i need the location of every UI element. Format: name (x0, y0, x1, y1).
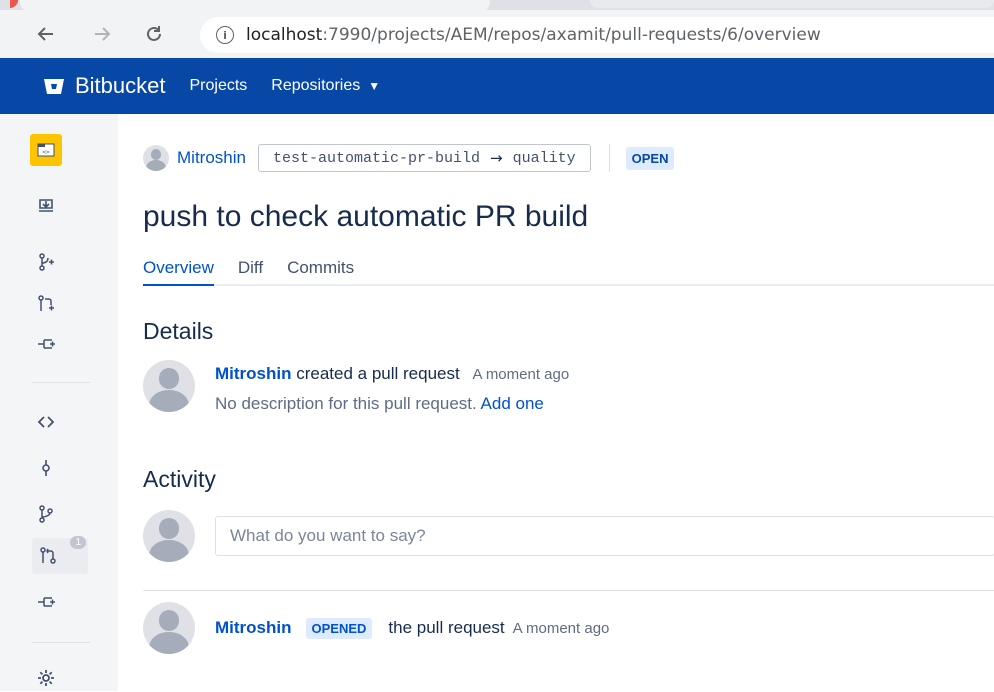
logo-text: Bitbucket (75, 73, 166, 98)
source-icon (37, 416, 55, 428)
sidebar-divider (32, 642, 90, 643)
clone-icon (39, 199, 53, 212)
status-badge: OPEN (625, 146, 675, 170)
forward-arrow-icon[interactable] (88, 20, 116, 48)
repository-icon: <> (37, 143, 55, 157)
meta-divider (608, 144, 610, 172)
details-timestamp[interactable]: A moment ago (472, 366, 569, 383)
pr-author-link[interactable]: Mitroshin (177, 148, 246, 168)
sidebar-item-repository[interactable]: <> (30, 134, 62, 166)
event-author-link[interactable]: Mitroshin (215, 618, 292, 638)
commits-icon (42, 460, 50, 476)
target-branch[interactable]: quality (513, 150, 576, 167)
avatar[interactable] (143, 145, 169, 171)
browser-tab-inactive[interactable] (590, 0, 994, 8)
description-empty-text: No description for this pull request. (215, 394, 477, 413)
avatar[interactable] (143, 602, 195, 654)
sidebar-item-create-pull-request[interactable] (32, 290, 60, 318)
nav-projects[interactable]: Projects (190, 77, 248, 95)
activity-event: Mitroshin OPENED the pull request A mome… (143, 602, 609, 654)
comment-composer: What do you want to say? (143, 510, 994, 562)
sidebar-item-create-branch[interactable] (32, 248, 60, 276)
activity-heading: Activity (143, 466, 216, 492)
sidebar-item-fork[interactable] (32, 330, 60, 358)
forks-icon (38, 597, 55, 607)
tab-diff[interactable]: Diff (238, 254, 263, 286)
browser-tab-active[interactable] (20, 0, 490, 12)
address-bar[interactable]: i localhost:7990/projects/AEM/repos/axam… (200, 17, 994, 53)
sidebar: <> 1 (0, 114, 118, 691)
sidebar-item-branches[interactable] (32, 500, 60, 528)
branches-icon (39, 505, 53, 523)
sidebar-divider (32, 382, 90, 383)
bitbucket-logo[interactable]: Bitbucket (43, 73, 166, 99)
chevron-down-icon: ▼ (368, 79, 381, 93)
sidebar-item-pull-requests[interactable]: 1 (32, 536, 88, 574)
create-branch-icon (39, 253, 54, 271)
settings-icon (38, 670, 54, 686)
tab-commits[interactable]: Commits (287, 254, 354, 286)
event-timestamp[interactable]: A moment ago (513, 620, 610, 637)
main-content: Mitroshin test-automatic-pr-build → qual… (143, 114, 994, 691)
nav-repositories[interactable]: Repositories ▼ (271, 77, 380, 95)
sidebar-item-source[interactable] (32, 408, 60, 436)
avatar[interactable] (143, 510, 195, 562)
create-pull-request-icon (38, 295, 54, 311)
details-heading: Details (143, 318, 214, 344)
pull-requests-count-badge: 1 (70, 536, 86, 549)
event-status-badge: OPENED (305, 617, 373, 639)
add-description-link[interactable]: Add one (481, 394, 544, 413)
browser-chrome: i localhost:7990/projects/AEM/repos/axam… (0, 0, 994, 58)
bitbucket-logo-icon (44, 79, 64, 94)
details-author-link[interactable]: Mitroshin (215, 364, 292, 383)
details-item: Mitroshin created a pull request A momen… (143, 360, 569, 414)
url-text: localhost:7990/projects/AEM/repos/axamit… (246, 25, 821, 45)
tab-overview[interactable]: Overview (143, 254, 214, 286)
pr-meta: Mitroshin test-automatic-pr-build → qual… (143, 144, 675, 172)
sidebar-item-forks[interactable] (32, 588, 60, 616)
fork-icon (38, 339, 55, 349)
avatar[interactable] (143, 360, 195, 412)
details-action: created a pull request (296, 364, 460, 383)
back-arrow-icon[interactable] (32, 20, 60, 48)
pull-requests-icon (40, 547, 56, 564)
app-header: Bitbucket Projects Repositories ▼ (0, 58, 994, 114)
info-icon[interactable]: i (216, 26, 234, 44)
comment-input[interactable]: What do you want to say? (215, 516, 994, 556)
event-text: the pull request (388, 618, 505, 637)
branch-info[interactable]: test-automatic-pr-build → quality (257, 144, 591, 172)
sidebar-item-settings[interactable] (32, 664, 60, 692)
page-title: push to check automatic PR build (143, 200, 589, 233)
branch-arrow-icon: → (490, 149, 503, 167)
sidebar-item-clone[interactable] (32, 192, 60, 220)
activity-divider (143, 590, 994, 591)
source-branch[interactable]: test-automatic-pr-build (273, 150, 480, 167)
reload-icon[interactable] (140, 20, 168, 48)
svg-text:<>: <> (42, 149, 50, 156)
pr-tabs: Overview Diff Commits (143, 254, 994, 286)
sidebar-item-commits[interactable] (32, 454, 60, 482)
